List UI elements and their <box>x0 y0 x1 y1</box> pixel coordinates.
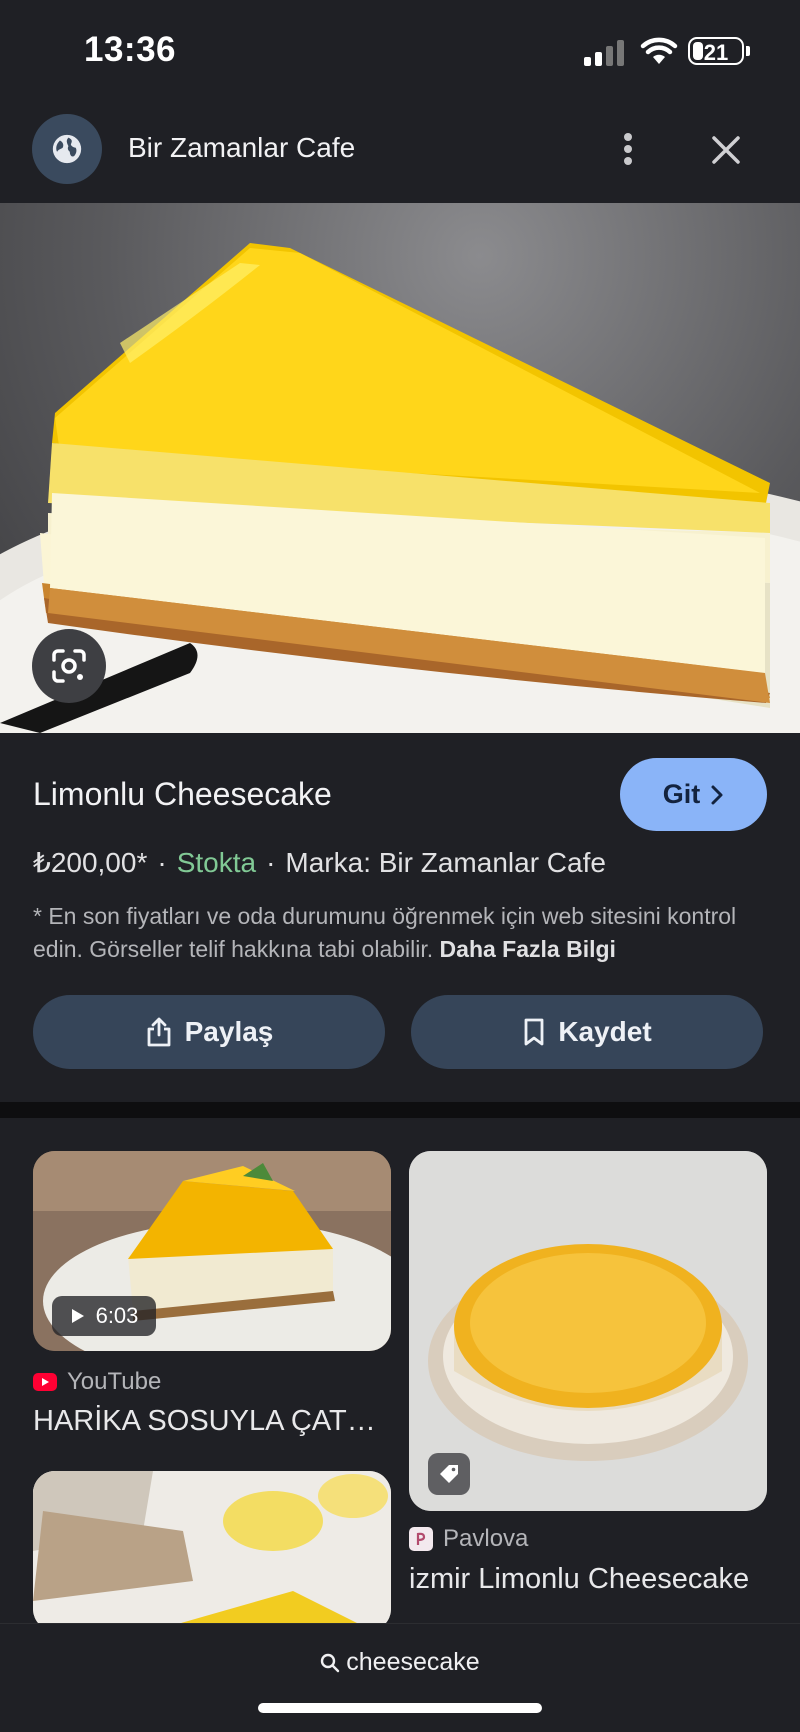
cheesecake-thumbnail-3 <box>33 1471 391 1631</box>
result-source-name: YouTube <box>67 1368 162 1395</box>
battery-cap <box>746 46 750 56</box>
visit-site-button[interactable]: Git <box>620 758 767 831</box>
product-hero-image[interactable] <box>0 203 800 733</box>
cellular-signal-icon <box>584 40 626 66</box>
result-source: Pavlova <box>409 1525 528 1553</box>
pavlova-logo-icon <box>409 1527 433 1551</box>
availability-status: Stokta <box>176 847 257 878</box>
video-duration: 6:03 <box>95 1303 139 1328</box>
share-icon <box>147 1017 171 1047</box>
product-tag-icon <box>428 1453 470 1495</box>
share-button[interactable]: Paylaş <box>33 995 385 1069</box>
cheesecake-illustration <box>0 243 800 733</box>
search-icon <box>321 1653 340 1672</box>
result-title[interactable]: HARİKA SOSUYLA ÇATLAMAYAN LİMONLU CHEESE… <box>33 1405 391 1438</box>
video-duration-badge: 6:03 <box>52 1296 156 1336</box>
youtube-icon <box>33 1373 57 1391</box>
google-lens-button[interactable] <box>32 629 106 703</box>
more-options-button[interactable] <box>610 128 646 170</box>
wifi-icon <box>640 37 678 64</box>
save-label: Kaydet <box>558 1016 652 1047</box>
lens-icon <box>52 649 86 683</box>
product-title: Limonlu Cheesecake <box>33 776 332 812</box>
close-icon[interactable] <box>706 130 746 170</box>
price-disclaimer: * En son fiyatları ve oda durumunu öğren… <box>33 900 763 966</box>
product-meta: ₺200,00* · Stokta · Marka: Bir Zamanlar Cafe <box>33 846 606 879</box>
disclaimer-text: * En son fiyatları ve oda durumunu öğren… <box>33 903 737 962</box>
save-button[interactable]: Kaydet <box>411 995 763 1069</box>
status-time: 13:36 <box>84 30 177 69</box>
bottom-bar <box>0 1623 800 1732</box>
result-source-name: Pavlova <box>443 1525 529 1552</box>
play-icon <box>71 1309 84 1323</box>
separator: · <box>266 847 276 878</box>
search-query: cheesecake <box>346 1648 480 1676</box>
result-thumbnail-3[interactable] <box>33 1471 391 1631</box>
share-label: Paylaş <box>184 1016 274 1047</box>
battery-percent: 21 <box>703 40 729 65</box>
more-info-link[interactable]: Daha Fazla Bilgi <box>440 936 616 962</box>
separator: · <box>157 847 167 878</box>
brand: Marka: Bir Zamanlar Cafe <box>285 847 606 878</box>
result-source: YouTube <box>33 1368 161 1396</box>
price: ₺200,00* <box>33 847 148 878</box>
site-name: Bir Zamanlar Cafe <box>128 132 356 163</box>
bookmark-icon <box>524 1018 544 1046</box>
result-title[interactable]: izmir Limonlu Cheesecake <box>409 1563 767 1596</box>
visit-site-label: Git <box>662 779 701 809</box>
search-query-chip[interactable]: cheesecake <box>0 1648 800 1677</box>
globe-icon <box>52 134 82 164</box>
site-globe-button[interactable] <box>32 114 102 184</box>
chevron-right-icon <box>711 785 723 804</box>
battery-icon: 21 <box>688 37 744 65</box>
section-divider <box>0 1102 800 1118</box>
home-indicator[interactable] <box>258 1703 542 1713</box>
